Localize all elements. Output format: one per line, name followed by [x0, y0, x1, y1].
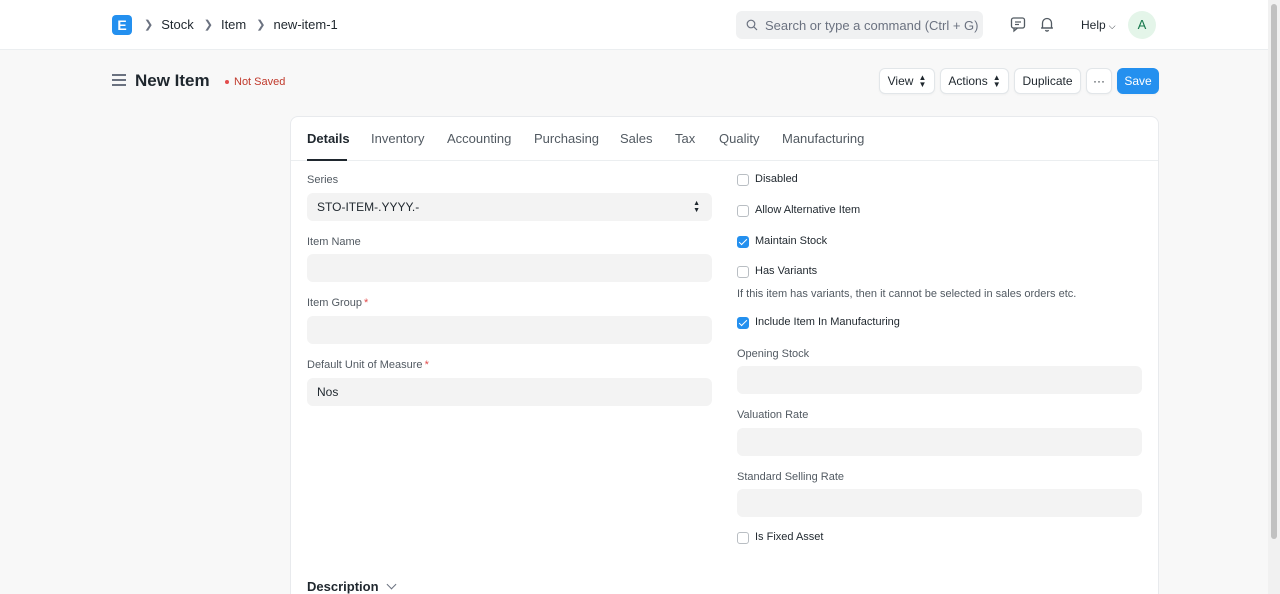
form-card: Details Inventory Accounting Purchasing …	[290, 116, 1159, 594]
chevron-down-icon: ⌵	[1108, 21, 1116, 31]
chevron-right-icon: ❯	[256, 19, 266, 31]
valuation-rate-label: Valuation Rate	[737, 409, 809, 421]
tab-tax[interactable]: Tax	[675, 131, 695, 146]
uom-field[interactable]: Nos	[307, 378, 712, 406]
maintain-stock-label: Maintain Stock	[755, 235, 828, 247]
sidebar-toggle-icon[interactable]	[112, 74, 126, 86]
variants-help-text: If this item has variants, then it canno…	[737, 288, 1077, 300]
tab-details[interactable]: Details	[307, 131, 350, 146]
tab-purchasing[interactable]: Purchasing	[534, 131, 599, 146]
is-fixed-asset-label: Is Fixed Asset	[755, 531, 824, 543]
updown-icon: ▲ ▼	[992, 73, 1001, 89]
allow-alternative-checkbox[interactable]	[737, 205, 749, 217]
description-section-toggle[interactable]: Description	[307, 579, 396, 594]
valuation-rate-field[interactable]	[737, 428, 1142, 456]
tab-inventory[interactable]: Inventory	[371, 131, 424, 146]
bell-icon[interactable]	[1038, 15, 1056, 33]
help-label: Help	[1081, 18, 1106, 32]
page-scrollbar[interactable]	[1268, 0, 1280, 594]
item-name-field[interactable]	[307, 254, 712, 282]
series-label: Series	[307, 174, 339, 186]
navbar: E ❯ Stock ❯ Item ❯ new-item-1 Help⌵ A	[0, 0, 1268, 50]
breadcrumb-new-item[interactable]: new-item-1	[273, 17, 337, 32]
item-group-field[interactable]	[307, 316, 712, 344]
is-fixed-asset-checkbox[interactable]	[737, 532, 749, 544]
form-tabs: Details Inventory Accounting Purchasing …	[291, 117, 1158, 161]
disabled-label: Disabled	[755, 173, 798, 185]
has-variants-checkbox[interactable]	[737, 266, 749, 278]
scrollbar-thumb[interactable]	[1271, 4, 1277, 539]
page-title: New Item	[135, 71, 210, 90]
updown-icon: ▲ ▼	[918, 73, 927, 89]
duplicate-button[interactable]: Duplicate	[1014, 68, 1081, 94]
search-icon	[746, 19, 758, 31]
tab-sales[interactable]: Sales	[620, 131, 653, 146]
series-value: STO-ITEM-.YYYY.-	[317, 200, 420, 214]
chevron-down-icon	[386, 579, 396, 590]
tab-accounting[interactable]: Accounting	[447, 131, 511, 146]
standard-selling-rate-field[interactable]	[737, 489, 1142, 517]
has-variants-label: Has Variants	[755, 265, 818, 277]
item-group-label: Item Group *	[307, 297, 369, 309]
app-logo-icon[interactable]: E	[112, 15, 132, 35]
chevron-right-icon: ❯	[144, 19, 154, 31]
updown-icon: ▲ ▼	[693, 200, 700, 214]
actions-button[interactable]: Actions ▲ ▼	[940, 68, 1009, 94]
tab-quality[interactable]: Quality	[719, 131, 759, 146]
chat-icon[interactable]	[1009, 15, 1027, 33]
chevron-right-icon: ❯	[203, 19, 213, 31]
include-manufacturing-label: Include Item In Manufacturing	[755, 316, 900, 328]
view-button[interactable]: View ▲ ▼	[879, 68, 935, 94]
item-name-label: Item Name	[307, 236, 361, 248]
opening-stock-label: Opening Stock	[737, 348, 810, 360]
save-button[interactable]: Save	[1117, 68, 1159, 94]
include-manufacturing-checkbox[interactable]	[737, 317, 749, 329]
breadcrumb-item[interactable]: Item	[221, 17, 246, 32]
help-menu[interactable]: Help ⌵	[1081, 18, 1116, 32]
search-input[interactable]	[765, 17, 980, 33]
search-bar[interactable]	[736, 11, 983, 39]
active-tab-indicator	[307, 159, 347, 161]
status-badge: Not Saved	[225, 76, 285, 88]
avatar[interactable]: A	[1128, 11, 1156, 39]
opening-stock-field[interactable]	[737, 366, 1142, 394]
tab-manufacturing[interactable]: Manufacturing	[782, 131, 864, 146]
more-button[interactable]: ···	[1086, 68, 1112, 94]
maintain-stock-checkbox[interactable]	[737, 236, 749, 248]
allow-alternative-label: Allow Alternative Item	[755, 204, 861, 216]
standard-selling-rate-label: Standard Selling Rate	[737, 471, 845, 483]
breadcrumb: ❯ Stock ❯ Item ❯ new-item-1	[144, 17, 348, 32]
breadcrumb-stock[interactable]: Stock	[161, 17, 194, 32]
uom-label: Default Unit of Measure *	[307, 359, 429, 371]
series-select[interactable]: STO-ITEM-.YYYY.- ▲ ▼	[307, 193, 712, 221]
disabled-checkbox[interactable]	[737, 174, 749, 186]
